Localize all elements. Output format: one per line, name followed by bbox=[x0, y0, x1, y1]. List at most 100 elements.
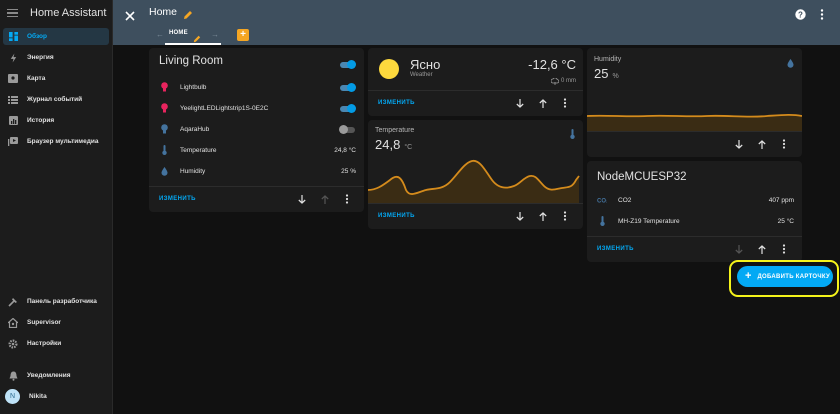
more-vertical-icon[interactable] bbox=[341, 193, 353, 205]
sidebar-item-label: Настройки bbox=[27, 340, 62, 347]
sensor-card-temperature[interactable]: Temperature 24,8 °C ИЗМЕНИТЬ bbox=[368, 120, 583, 229]
sidebar-item-label: Браузер мультимедиа bbox=[27, 138, 99, 145]
arrow-up-icon[interactable] bbox=[756, 243, 768, 255]
sidebar-item-user[interactable]: N Nikita bbox=[3, 387, 109, 406]
arrow-left-icon[interactable]: ← bbox=[156, 30, 164, 39]
arrow-up-icon bbox=[319, 193, 331, 205]
entity-row-aqarahub[interactable]: AqaraHub bbox=[159, 122, 356, 136]
arrow-up-icon[interactable] bbox=[756, 138, 768, 150]
edit-card-button[interactable]: ИЗМЕНИТЬ bbox=[597, 246, 634, 252]
sensor-unit: °C bbox=[404, 144, 413, 151]
entity-name: AqaraHub bbox=[180, 125, 210, 133]
sensor-card-humidity[interactable]: Humidity 25 % bbox=[587, 48, 802, 157]
tab-bar: ← HOME → + bbox=[113, 27, 840, 45]
card-title: NodeMCUESP32 bbox=[597, 171, 687, 183]
arrow-down-icon[interactable] bbox=[733, 138, 745, 150]
entity-row-yeelight[interactable]: YeelightLEDLightstrip1S-0E2C bbox=[159, 101, 356, 115]
add-card-label: ДОБАВИТЬ КАРТОЧКУ bbox=[757, 273, 831, 280]
add-view-button[interactable]: + bbox=[237, 29, 249, 41]
entity-value: 25 % bbox=[341, 167, 356, 175]
weather-condition: Ясно bbox=[410, 57, 441, 72]
sidebar-item-energy[interactable]: Энергия bbox=[3, 49, 109, 66]
svg-text:CO₂: CO₂ bbox=[597, 199, 607, 205]
pencil-icon[interactable] bbox=[193, 30, 201, 43]
sidebar-item-supervisor[interactable]: Supervisor bbox=[3, 314, 109, 331]
sidebar-item-notifications[interactable]: Уведомления bbox=[3, 367, 109, 384]
entity-toggle[interactable] bbox=[339, 103, 356, 113]
page-title: Home bbox=[149, 6, 178, 18]
home-assistant-icon bbox=[8, 317, 18, 328]
menu-icon[interactable] bbox=[7, 8, 18, 18]
list-icon bbox=[8, 95, 18, 105]
entity-value: 25 °C bbox=[777, 217, 794, 225]
arrow-right-icon[interactable]: → bbox=[211, 30, 219, 39]
weather-card[interactable]: Ясно Weather -12,6 °C 0 mm ИЗМЕНИТЬ bbox=[368, 48, 583, 116]
entity-toggle[interactable] bbox=[339, 124, 356, 134]
sidebar-item-map[interactable]: Карта bbox=[3, 70, 109, 87]
entity-row-co2[interactable]: CO₂ CO2 407 ppm bbox=[597, 193, 794, 207]
sidebar-item-overview[interactable]: Обзор bbox=[3, 28, 109, 45]
temperature-history-graph bbox=[368, 160, 580, 204]
entity-name: Lightbulb bbox=[180, 83, 207, 91]
hammer-icon bbox=[8, 297, 18, 307]
close-icon[interactable] bbox=[125, 8, 135, 21]
sun-icon bbox=[379, 59, 399, 79]
plus-icon: + bbox=[745, 270, 752, 282]
gear-icon bbox=[8, 338, 18, 349]
arrow-down-icon[interactable] bbox=[514, 97, 526, 109]
card-title: Living Room bbox=[159, 55, 223, 67]
chart-icon bbox=[8, 116, 18, 126]
entity-row-humidity[interactable]: Humidity 25 % bbox=[159, 164, 356, 178]
pencil-icon[interactable] bbox=[183, 7, 193, 19]
sensor-state: 24,8 °C bbox=[375, 137, 412, 152]
avatar: N bbox=[5, 389, 20, 404]
arrow-up-icon[interactable] bbox=[537, 210, 549, 222]
precipitation-value: 0 mm bbox=[561, 78, 576, 84]
cloud-rain-icon bbox=[550, 72, 560, 90]
tab-indicator bbox=[165, 43, 221, 45]
card-edit-footer bbox=[587, 131, 802, 157]
bulb-icon bbox=[159, 102, 169, 114]
sidebar-item-logbook[interactable]: Журнал событий bbox=[3, 91, 109, 108]
tab-home[interactable]: HOME bbox=[169, 30, 188, 36]
arrow-down-icon[interactable] bbox=[514, 210, 526, 222]
thermometer-icon bbox=[159, 144, 169, 156]
card-edit-footer: ИЗМЕНИТЬ bbox=[368, 203, 583, 229]
edit-card-button[interactable]: ИЗМЕНИТЬ bbox=[378, 213, 415, 219]
sidebar-item-developer-tools[interactable]: Панель разработчика bbox=[3, 293, 109, 310]
edit-card-button[interactable]: ИЗМЕНИТЬ bbox=[159, 196, 196, 202]
more-vertical-icon[interactable] bbox=[778, 243, 790, 255]
media-icon bbox=[8, 137, 18, 147]
entity-row-temperature[interactable]: Temperature 24,8 °C bbox=[159, 143, 356, 157]
sidebar-item-label: Уведомления bbox=[27, 372, 71, 379]
card-header-toggle[interactable] bbox=[339, 60, 356, 69]
more-vertical-icon[interactable] bbox=[820, 7, 824, 20]
add-card-button[interactable]: + ДОБАВИТЬ КАРТОЧКУ bbox=[737, 266, 833, 287]
more-vertical-icon[interactable] bbox=[559, 210, 571, 222]
bell-icon bbox=[8, 371, 18, 381]
sensor-value: 24,8 bbox=[375, 137, 401, 152]
card-edit-footer: ИЗМЕНИТЬ bbox=[587, 236, 802, 262]
weather-name: Weather bbox=[410, 72, 433, 78]
more-vertical-icon[interactable] bbox=[559, 97, 571, 109]
sidebar-item-settings[interactable]: Настройки bbox=[3, 335, 109, 352]
sensor-unit: % bbox=[612, 73, 619, 80]
app-title: Home Assistant bbox=[30, 7, 107, 19]
sensor-state: 25 % bbox=[594, 66, 619, 81]
entity-toggle[interactable] bbox=[339, 82, 356, 92]
edit-card-button[interactable]: ИЗМЕНИТЬ bbox=[378, 100, 415, 106]
co2-icon: CO₂ bbox=[597, 194, 607, 206]
water-drop-icon bbox=[787, 55, 794, 73]
help-icon[interactable]: ? bbox=[795, 7, 806, 20]
more-vertical-icon[interactable] bbox=[778, 138, 790, 150]
sidebar-item-history[interactable]: История bbox=[3, 112, 109, 129]
entity-name: Humidity bbox=[180, 167, 206, 175]
map-icon bbox=[8, 74, 18, 84]
arrow-up-icon[interactable] bbox=[537, 97, 549, 109]
arrow-down-icon[interactable] bbox=[296, 193, 308, 205]
entity-name: Temperature bbox=[180, 146, 217, 154]
sidebar-item-media[interactable]: Браузер мультимедиа bbox=[3, 133, 109, 150]
entity-value: 407 ppm bbox=[768, 196, 794, 204]
entity-row-mh-z19-temperature[interactable]: MH-Z19 Temperature 25 °C bbox=[597, 214, 794, 228]
entity-row-lightbulb[interactable]: Lightbulb bbox=[159, 80, 356, 94]
